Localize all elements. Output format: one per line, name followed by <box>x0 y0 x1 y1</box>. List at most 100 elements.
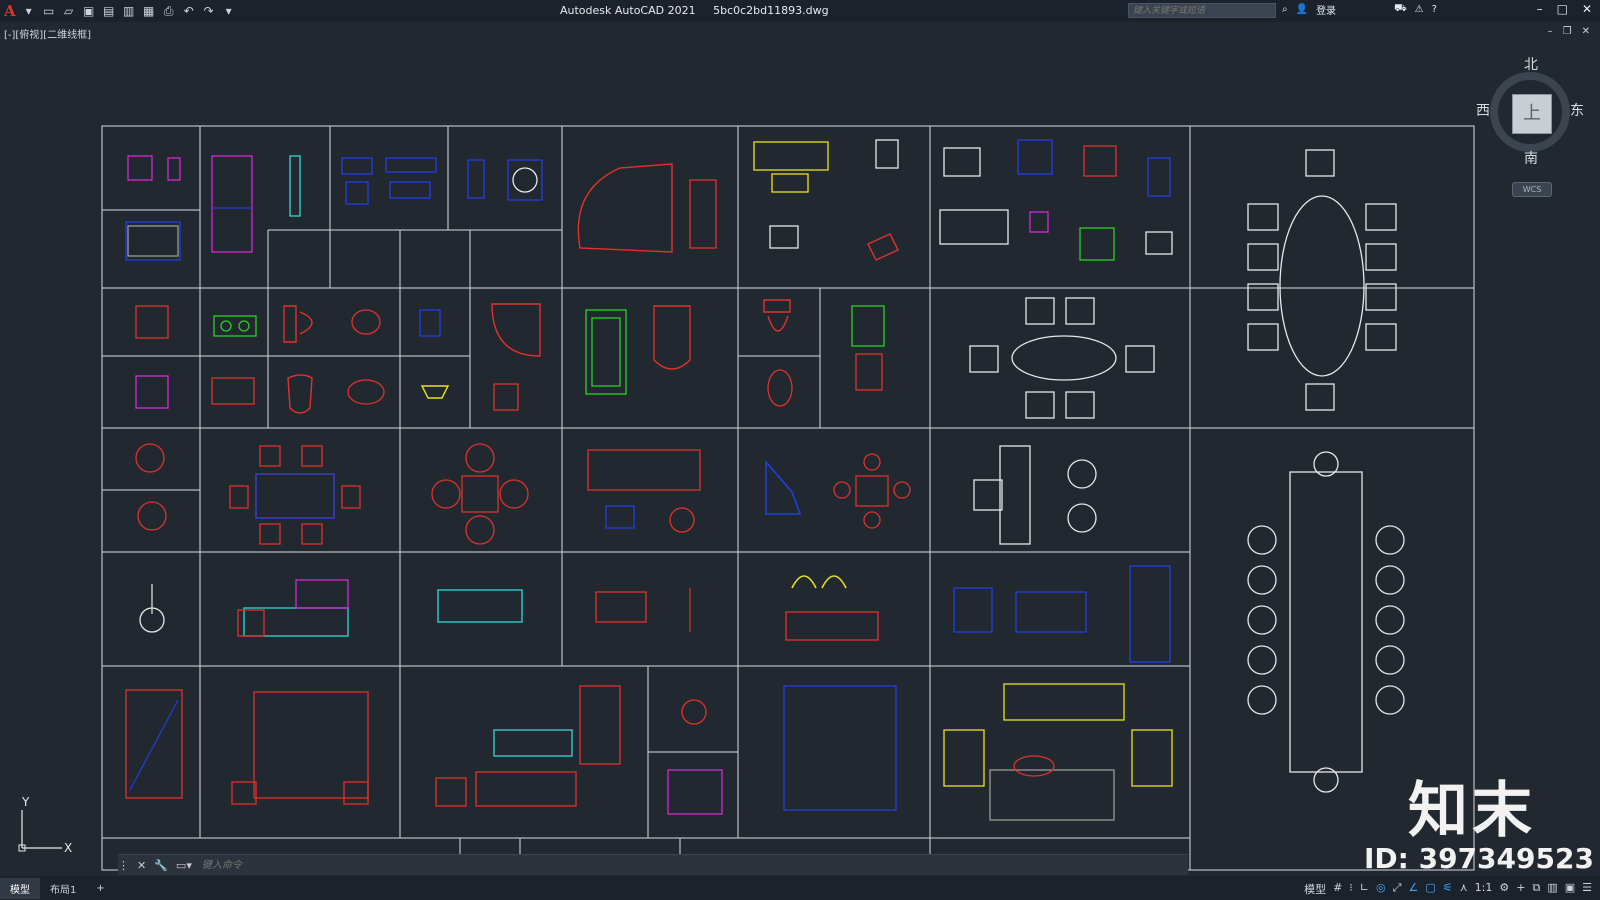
cmd-prompt-icon[interactable]: ▭▾ <box>176 859 192 872</box>
tub-small-block <box>653 305 691 370</box>
chair-block <box>1247 645 1277 675</box>
chair-block <box>499 479 529 509</box>
wcs-menu[interactable]: WCS <box>1512 182 1552 197</box>
cabinet-block <box>1017 139 1053 175</box>
chair-block <box>1067 503 1097 533</box>
nightstand-block <box>231 781 257 805</box>
square-basin-block <box>135 375 169 409</box>
toilet-block <box>283 305 313 343</box>
office-chair-block <box>973 479 1003 511</box>
chair-block <box>1247 323 1279 351</box>
status-bar: 模型 布局1 + 模型 # ⁝ ∟ ◎ ⤢ ∠ ▢ ⚟ ⋏ 1:1 ⚙ + ⧉ … <box>0 876 1600 900</box>
chair-block <box>863 511 881 529</box>
chair-block <box>435 777 467 807</box>
ortho-icon[interactable]: ∟ <box>1360 881 1369 897</box>
annotation-scale[interactable]: 1:1 <box>1475 881 1493 897</box>
chair-block <box>1247 203 1279 231</box>
bottle-block <box>467 159 485 199</box>
socket-block <box>1029 211 1049 233</box>
urinal-block <box>287 374 313 414</box>
compass-north[interactable]: 北 <box>1524 54 1538 74</box>
viewcube-face[interactable]: 上 <box>1512 94 1552 134</box>
sofa-block <box>1003 683 1125 721</box>
burner-left <box>220 320 232 332</box>
chair-block <box>1247 605 1277 635</box>
chair-block <box>1065 297 1095 325</box>
isodraft-icon[interactable]: ⤢ <box>1393 881 1402 897</box>
armchair-block <box>595 591 647 623</box>
bed-block <box>243 607 349 637</box>
object-snap-icon[interactable]: ∠ <box>1408 881 1418 897</box>
compass-south[interactable]: 南 <box>1524 148 1538 168</box>
sofa-block <box>587 449 701 491</box>
chair-block <box>259 523 281 545</box>
wall-basin-block <box>419 309 441 337</box>
isolate-icon[interactable]: ⧉ <box>1532 881 1540 897</box>
piano-bench <box>689 179 717 249</box>
ucs-y-label: Y <box>21 796 30 809</box>
dining-top <box>255 473 335 519</box>
grip-icon[interactable]: ⋮ <box>118 859 129 872</box>
tab-add[interactable]: + <box>86 880 114 897</box>
close-cmd-icon[interactable]: ✕ <box>137 859 146 872</box>
gear-icon[interactable]: ⚙ <box>1499 881 1509 897</box>
aircon-block <box>753 141 829 171</box>
desk-block <box>999 445 1031 545</box>
radiator-block <box>943 147 981 177</box>
watermark-logo: 知末 <box>1408 776 1536 846</box>
chair-block <box>1365 243 1397 271</box>
chair-block <box>1375 565 1405 595</box>
round-stool-block <box>669 507 695 533</box>
polar-icon[interactable]: ◎ <box>1376 881 1386 897</box>
long-sofa-block <box>1129 565 1171 663</box>
chair-block <box>301 445 323 467</box>
hardware-icon[interactable]: ▥ <box>1547 881 1557 897</box>
nightstand-block <box>237 609 265 637</box>
snap-icon[interactable]: ⁝ <box>1349 881 1353 897</box>
mirror-reflection <box>129 699 179 791</box>
armchair-block <box>137 501 167 531</box>
chair-block <box>1025 391 1055 419</box>
plus-icon[interactable]: + <box>1516 881 1525 897</box>
chair-block <box>833 481 851 499</box>
chair-block <box>1065 391 1095 419</box>
drawing-canvas[interactable] <box>0 0 1600 900</box>
chair-block <box>863 453 881 471</box>
model-space-button[interactable]: 模型 <box>1304 881 1326 897</box>
clean-screen-icon[interactable]: ▣ <box>1565 881 1575 897</box>
oval-coffee-table-block <box>1013 755 1055 777</box>
menu-icon[interactable]: ☰ <box>1582 881 1592 897</box>
annotation-icon[interactable]: ⋏ <box>1460 881 1468 897</box>
tab-layout1[interactable]: 布局1 <box>40 878 86 899</box>
round-basin-block <box>351 309 381 335</box>
chair-block <box>953 587 993 633</box>
oven-block <box>1083 145 1117 177</box>
compass-west[interactable]: 西 <box>1476 100 1490 120</box>
speaker-block <box>167 157 181 181</box>
oval-table-block <box>1011 335 1117 381</box>
nightstand-block <box>343 781 369 805</box>
wrench-icon[interactable]: 🔧 <box>154 859 168 872</box>
pillow-block <box>295 579 349 609</box>
command-input[interactable] <box>199 858 604 872</box>
shower-block <box>491 303 541 357</box>
chair-block <box>1375 605 1405 635</box>
chair-block <box>1247 525 1277 555</box>
boiler-block <box>1147 157 1171 197</box>
dynamic-ucs-icon[interactable]: ▢ <box>1425 881 1435 897</box>
block-grid <box>101 125 1475 871</box>
bathtub-inner <box>591 317 621 387</box>
compass-east[interactable]: 东 <box>1570 100 1584 120</box>
conference-table-block <box>1289 471 1363 773</box>
column-lamp-block <box>289 155 301 217</box>
chair-block <box>1025 297 1055 325</box>
tv-block <box>127 155 153 181</box>
chair-block <box>1125 345 1155 373</box>
tab-model[interactable]: 模型 <box>0 877 40 899</box>
viewcube[interactable]: 上 北 南 东 西 <box>1476 57 1584 167</box>
glass-panel-block <box>939 209 1009 245</box>
ucs-x-label: X <box>64 841 72 855</box>
lineweight-icon[interactable]: ⚟ <box>1443 881 1453 897</box>
sofa-block <box>475 771 577 807</box>
grid-icon[interactable]: # <box>1333 881 1342 897</box>
